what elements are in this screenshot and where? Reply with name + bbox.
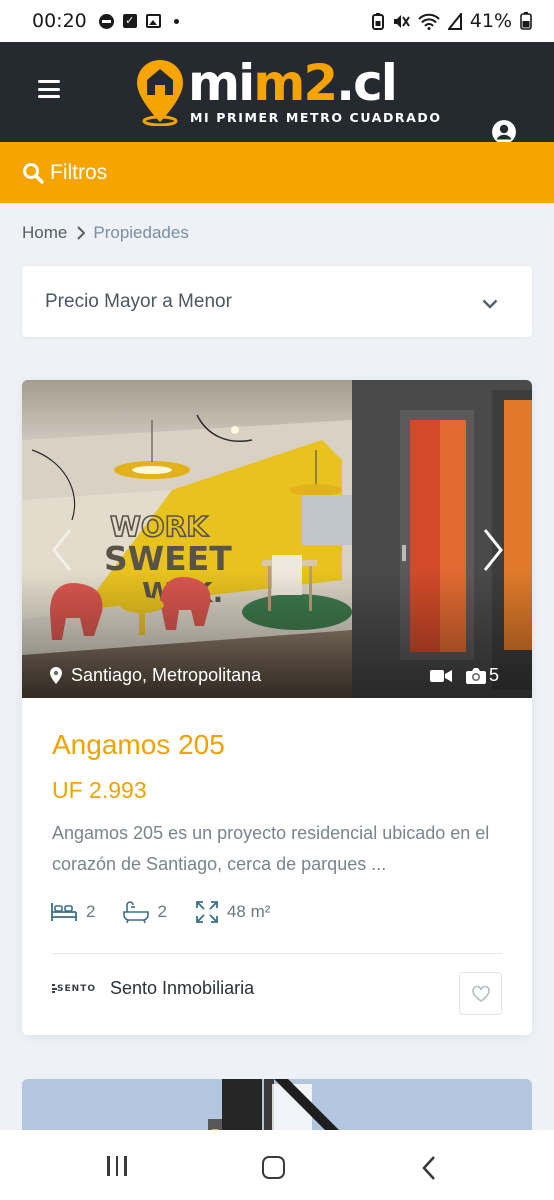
chevron-right-icon (76, 226, 86, 240)
heart-icon (471, 985, 490, 1002)
battery-percent: 41% (469, 10, 512, 32)
video-icon[interactable] (430, 669, 452, 683)
breadcrumb-current: Propiedades (93, 223, 189, 242)
property-image-carousel[interactable]: WORK SWEET W. K. (22, 380, 532, 698)
back-icon[interactable] (421, 1155, 437, 1181)
mute-icon (393, 14, 410, 28)
agency-name: Sento Inmobiliaria (110, 978, 255, 998)
breadcrumb-home-link[interactable]: Home (22, 223, 67, 243)
status-bar: 00:20 ✓ 41% (0, 0, 554, 42)
status-right-icons: 41% (371, 10, 532, 32)
logo-wordmark: mim2.cl (188, 54, 398, 112)
agency-link[interactable]: SENTO Sento Inmobiliaria (52, 978, 254, 999)
favorite-button[interactable] (459, 972, 502, 1015)
carousel-next-icon[interactable] (477, 526, 507, 574)
image-icon (145, 14, 161, 28)
property-photo: WORK SWEET W. K. (22, 380, 532, 698)
property-title[interactable]: Angamos 205 (52, 729, 225, 761)
map-pin-icon (50, 667, 62, 684)
site-header: mim2.cl MI PRIMER METRO CUADRADO (0, 42, 554, 144)
signal-icon (447, 12, 462, 30)
dnd-icon (98, 13, 114, 29)
carousel-prev-icon[interactable] (48, 526, 78, 574)
user-circle-icon[interactable] (492, 120, 516, 144)
battery-icon (520, 12, 532, 30)
agency-logo: SENTO (52, 981, 96, 997)
sort-select[interactable]: Precio Mayor a Menor (22, 266, 532, 337)
media-counters: 5 (430, 665, 499, 686)
expand-arrows-icon (196, 901, 218, 923)
site-logo[interactable]: mim2.cl MI PRIMER METRO CUADRADO (134, 54, 440, 132)
location-text: Santiago, Metropolitana (71, 665, 262, 685)
battery-saver-icon (371, 12, 384, 30)
sort-selected-value: Precio Mayor a Menor (45, 290, 232, 312)
bathtub-icon (123, 901, 150, 923)
wifi-icon (418, 13, 440, 30)
system-navigation-bar (0, 1130, 554, 1200)
filters-button[interactable]: Filtros (0, 142, 554, 203)
card-divider (52, 953, 502, 954)
property-price: UF 2.993 (52, 777, 147, 803)
area-feature: 48 m² (195, 900, 270, 924)
recent-apps-icon[interactable] (107, 1156, 127, 1176)
status-left-icons: ✓ (98, 13, 179, 29)
property-description: Angamos 205 es un proyecto residencial u… (52, 823, 490, 874)
logo-tagline: MI PRIMER METRO CUADRADO (190, 110, 442, 125)
bathrooms-count: 2 (157, 902, 167, 921)
camera-icon[interactable] (466, 667, 486, 684)
property-location: Santiago, Metropolitana (50, 665, 261, 686)
photo-count: 5 (489, 665, 500, 685)
filters-label: Filtros (50, 160, 108, 184)
dot-icon (173, 18, 179, 24)
area-value: 48 m² (226, 902, 271, 921)
bedrooms-count: 2 (86, 902, 96, 921)
breadcrumb: Home Propiedades (22, 223, 189, 243)
hamburger-icon[interactable] (38, 80, 60, 98)
bed-icon (51, 903, 77, 921)
bathrooms-feature: 2 (123, 901, 167, 923)
property-features: 2 2 48 m² (50, 900, 298, 924)
status-time: 00:20 (32, 10, 87, 32)
property-card: WORK SWEET W. K. (22, 380, 532, 1035)
chevron-down-icon (482, 299, 498, 309)
logo-pin-icon (137, 60, 183, 126)
home-icon[interactable] (262, 1156, 285, 1179)
search-icon (23, 162, 44, 184)
check-icon: ✓ (122, 14, 137, 28)
bedrooms-feature: 2 (50, 902, 95, 922)
